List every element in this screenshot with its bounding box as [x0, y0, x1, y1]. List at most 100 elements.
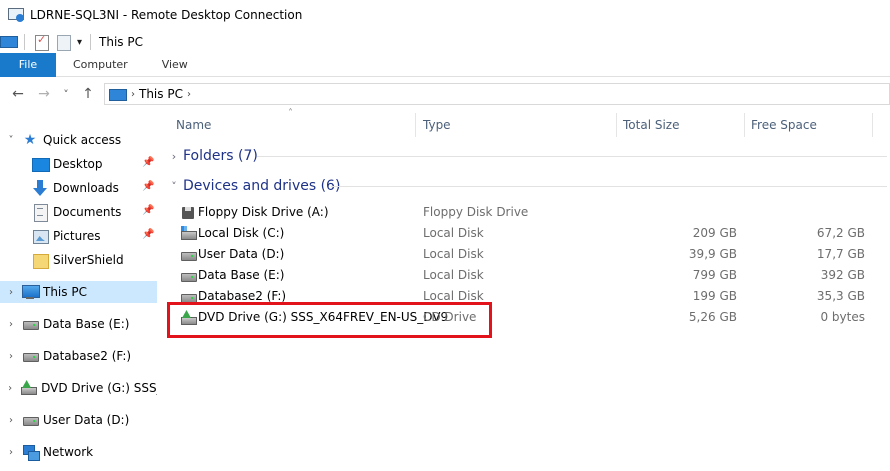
drive-type: Local Disk — [423, 247, 484, 261]
drive-row-d[interactable]: User Data (D:) Local Disk 39,9 GB 17,7 G… — [165, 244, 890, 265]
nav-item-desktop[interactable]: Desktop 📌 — [0, 153, 157, 175]
column-header-type[interactable]: Type — [412, 113, 612, 137]
star-icon: ★ — [23, 132, 37, 148]
drive-total-size: 5,26 GB — [688, 310, 737, 324]
navigation-pane: ˅ ★ Quick access Desktop 📌 Downloads 📌 D… — [0, 120, 160, 471]
nav-item-documents[interactable]: Documents 📌 — [0, 201, 157, 223]
nav-label: This PC — [43, 285, 87, 299]
tab-file[interactable]: File — [0, 53, 56, 77]
column-header-name[interactable]: Name — [165, 113, 415, 137]
nav-label: Documents — [53, 205, 122, 219]
back-button[interactable]: ← — [7, 83, 29, 105]
nav-item-this-pc[interactable]: › This PC — [0, 281, 157, 303]
customize-toolbar-dropdown[interactable]: ▾ — [77, 37, 82, 48]
this-pc-icon — [109, 87, 127, 101]
column-header-total-size[interactable]: Total Size — [612, 113, 742, 137]
nav-item-user-data[interactable]: › User Data (D:) — [0, 409, 157, 431]
group-divider — [331, 186, 887, 187]
quick-access-toolbar: ▾ This PC — [0, 31, 143, 53]
dvd-drive-icon — [20, 380, 38, 396]
nav-label: Pictures — [53, 229, 101, 243]
toolbar-path-label: This PC — [99, 35, 143, 49]
network-icon — [22, 444, 40, 461]
tab-computer[interactable]: Computer — [56, 53, 145, 77]
window-titlebar: LDRNE-SQL3NI - Remote Desktop Connection — [0, 0, 890, 30]
remote-desktop-icon — [8, 7, 24, 23]
nav-item-downloads[interactable]: Downloads 📌 — [0, 177, 157, 199]
column-header-free-space[interactable]: Free Space — [740, 113, 870, 137]
chevron-down-icon[interactable]: ˅ — [168, 180, 180, 193]
drive-row-c[interactable]: Local Disk (C:) Local Disk 209 GB 67,2 G… — [165, 223, 890, 244]
chevron-right-icon[interactable]: › — [5, 287, 17, 298]
drive-type: Local Disk — [423, 289, 484, 303]
desktop-icon — [32, 156, 50, 172]
folder-icon — [32, 252, 49, 269]
group-devices-and-drives[interactable]: ˅ Devices and drives (6) — [165, 175, 890, 197]
drive-free-space: 392 GB — [820, 268, 865, 282]
recent-locations-button[interactable]: ˅ — [55, 83, 77, 105]
tab-view[interactable]: View — [145, 53, 205, 77]
chevron-right-icon[interactable]: › — [5, 383, 15, 394]
address-bar[interactable]: › This PC › — [104, 83, 890, 105]
this-pc-icon[interactable] — [0, 34, 18, 50]
toolbar-divider — [90, 34, 92, 50]
system-drive-icon — [180, 226, 197, 240]
drive-free-space: 35,3 GB — [816, 289, 865, 303]
drive-free-space: 0 bytes — [820, 310, 865, 324]
nav-item-data-base[interactable]: › Data Base (E:) — [0, 313, 157, 335]
drive-total-size: 209 GB — [692, 226, 737, 240]
drive-name: Data Base (E:) — [198, 268, 285, 282]
drive-icon — [180, 289, 197, 303]
nav-label: Quick access — [43, 133, 122, 147]
chevron-right-icon[interactable]: › — [5, 447, 17, 458]
group-title: Folders (7) — [183, 148, 258, 164]
forward-button[interactable]: → — [33, 83, 55, 105]
nav-label: Network — [43, 445, 94, 459]
breadcrumb-this-pc[interactable]: This PC — [139, 87, 183, 101]
drive-total-size: 799 GB — [692, 268, 737, 282]
pin-icon: 📌 — [142, 229, 155, 240]
chevron-right-icon[interactable]: › — [5, 319, 17, 330]
drive-type: Local Disk — [423, 268, 484, 282]
toolbar-divider — [24, 34, 25, 50]
drive-name: Local Disk (C:) — [198, 226, 285, 240]
floppy-drive-icon — [180, 205, 196, 219]
drive-total-size: 39,9 GB — [688, 247, 737, 261]
nav-item-database2[interactable]: › Database2 (F:) — [0, 345, 157, 367]
chevron-down-icon[interactable]: ˅ — [5, 135, 17, 146]
drive-type: Floppy Disk Drive — [423, 205, 529, 219]
drive-row-e[interactable]: Data Base (E:) Local Disk 799 GB 392 GB — [165, 265, 890, 286]
chevron-right-icon[interactable]: › — [168, 150, 180, 163]
nav-item-pictures[interactable]: Pictures 📌 — [0, 225, 157, 247]
pin-icon: 📌 — [142, 181, 155, 192]
drive-name: Database2 (F:) — [198, 289, 287, 303]
chevron-right-icon[interactable]: › — [131, 89, 135, 100]
file-list: ˄ Name Type Total Size Free Space › Fold… — [165, 108, 890, 471]
drive-icon — [22, 348, 39, 364]
drive-icon — [22, 316, 39, 332]
group-divider — [257, 156, 887, 157]
drive-type: Local Disk — [423, 226, 484, 240]
navigation-row: ← → ˅ ↑ › This PC › — [0, 80, 890, 108]
up-button[interactable]: ↑ — [77, 83, 99, 105]
nav-item-network[interactable]: › Network — [0, 441, 157, 463]
drive-row-floppy[interactable]: Floppy Disk Drive (A:) Floppy Disk Drive — [165, 202, 890, 223]
column-divider[interactable] — [872, 113, 873, 137]
nav-label: SilverShield — [53, 253, 124, 267]
properties-icon[interactable] — [33, 33, 49, 51]
nav-label: Downloads — [53, 181, 119, 195]
document-icon — [32, 204, 48, 222]
drive-name: Floppy Disk Drive (A:) — [198, 205, 329, 219]
new-folder-icon[interactable] — [55, 34, 71, 51]
nav-quick-access[interactable]: ˅ ★ Quick access — [0, 129, 157, 151]
group-folders[interactable]: › Folders (7) — [165, 145, 890, 167]
drive-icon — [180, 268, 197, 282]
nav-item-dvd-drive[interactable]: › DVD Drive (G:) SSS_X6 — [0, 377, 157, 399]
drive-icon — [22, 412, 39, 428]
chevron-right-icon[interactable]: › — [187, 89, 191, 100]
window-title: LDRNE-SQL3NI - Remote Desktop Connection — [30, 8, 303, 22]
chevron-right-icon[interactable]: › — [5, 351, 17, 362]
chevron-right-icon[interactable]: › — [5, 415, 17, 426]
drive-total-size: 199 GB — [692, 289, 737, 303]
nav-item-silvershield[interactable]: SilverShield — [0, 249, 157, 271]
